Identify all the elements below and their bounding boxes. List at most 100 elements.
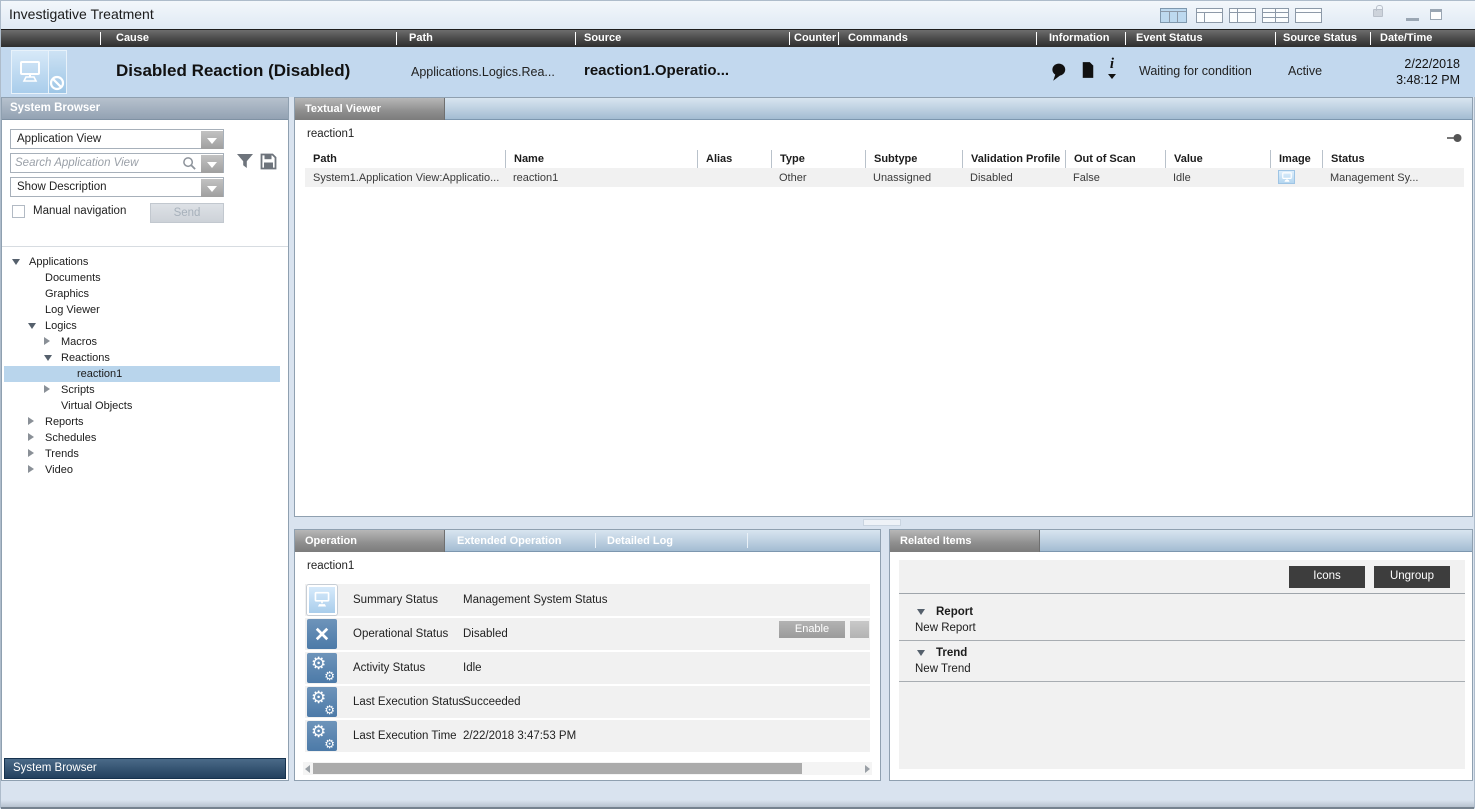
th-status[interactable]: Status	[1322, 150, 1464, 168]
collapsed-arrow-icon[interactable]	[28, 416, 40, 428]
search-box[interactable]	[10, 153, 224, 173]
expanded-arrow-icon[interactable]	[917, 647, 931, 659]
tree-item-log-viewer[interactable]: Log Viewer	[4, 302, 280, 318]
minimize-button[interactable]	[1406, 18, 1419, 21]
expanded-arrow-icon[interactable]	[917, 606, 931, 618]
collapsed-arrow-icon[interactable]	[28, 464, 40, 476]
chevron-down-icon[interactable]	[201, 155, 223, 173]
related-items-body: Icons Ungroup Report New Report Trend Ne…	[899, 560, 1465, 769]
tree-item-trends[interactable]: Trends	[4, 446, 280, 462]
enable-button[interactable]: Enable	[779, 621, 845, 638]
expanded-arrow-icon[interactable]	[12, 256, 24, 268]
tree-item-reaction1-selected[interactable]: reaction1	[4, 366, 280, 382]
layout-top-left-icon[interactable]	[1196, 8, 1223, 23]
document-icon[interactable]	[1081, 61, 1095, 84]
cell-status[interactable]: Management Sy...	[1322, 168, 1464, 187]
tree-item-logics[interactable]: Logics	[4, 318, 280, 334]
system-browser-footer-bar[interactable]: System Browser	[4, 758, 286, 779]
view-selector-value: Application View	[17, 133, 101, 145]
collapsed-arrow-icon[interactable]	[44, 384, 56, 396]
operation-object-label: reaction1	[307, 560, 354, 572]
enable-split-button[interactable]	[850, 621, 869, 638]
tab-extended-operation[interactable]: Extended Operation	[447, 530, 572, 552]
th-alias[interactable]: Alias	[697, 150, 771, 168]
th-subtype[interactable]: Subtype	[865, 150, 962, 168]
related-group-trend-header[interactable]: Trend	[899, 641, 1465, 661]
tree-item-scripts[interactable]: Scripts	[4, 382, 280, 398]
cell-image[interactable]	[1270, 168, 1322, 187]
related-item-new-trend[interactable]: New Trend	[899, 661, 1465, 679]
scrollbar-thumb[interactable]	[313, 763, 802, 774]
send-button[interactable]: Send	[150, 203, 224, 223]
scroll-left-icon[interactable]	[305, 765, 310, 773]
th-value[interactable]: Value	[1165, 150, 1270, 168]
column-event-status: Event Status	[1136, 32, 1203, 44]
ungroup-button[interactable]: Ungroup	[1374, 566, 1450, 588]
cell-name[interactable]: reaction1	[505, 168, 697, 187]
cell-out-of-scan[interactable]: False	[1065, 168, 1165, 187]
cell-alias[interactable]	[697, 168, 771, 187]
expanded-arrow-icon[interactable]	[44, 352, 56, 364]
comment-balloon-icon[interactable]	[1050, 62, 1066, 87]
description-selector[interactable]: Show Description	[10, 177, 224, 197]
tree-item-reports[interactable]: Reports	[4, 414, 280, 430]
search-input[interactable]	[15, 155, 175, 170]
system-browser-header: System Browser	[2, 98, 288, 120]
related-group-report-header[interactable]: Report	[899, 600, 1465, 620]
tree-item-virtual-objects[interactable]: Virtual Objects	[4, 398, 280, 414]
pin-icon[interactable]	[1447, 130, 1462, 148]
layout-three-columns-icon[interactable]	[1160, 8, 1187, 23]
th-type[interactable]: Type	[771, 150, 865, 168]
chevron-down-icon[interactable]	[201, 131, 223, 149]
th-name[interactable]: Name	[505, 150, 697, 168]
splitter-grip[interactable]	[863, 519, 901, 526]
related-item-new-report[interactable]: New Report	[899, 620, 1465, 638]
expanded-arrow-icon[interactable]	[28, 320, 40, 332]
maximize-button[interactable]	[1430, 9, 1442, 20]
tree-item-graphics[interactable]: Graphics	[4, 286, 280, 302]
th-validation-profile[interactable]: Validation Profile	[962, 150, 1065, 168]
tab-related-items[interactable]: Related Items	[890, 530, 1040, 552]
th-path[interactable]: Path	[305, 150, 505, 168]
tab-textual-viewer[interactable]: Textual Viewer	[295, 98, 445, 120]
cell-value[interactable]: Idle	[1165, 168, 1270, 187]
tree-item-video[interactable]: Video	[4, 462, 280, 478]
horizontal-scrollbar[interactable]	[303, 762, 872, 775]
tree-item-schedules[interactable]: Schedules	[4, 430, 280, 446]
information-dropdown-icon[interactable]: i	[1106, 57, 1118, 79]
column-date-time: Date/Time	[1380, 32, 1432, 44]
cell-validation-profile[interactable]: Disabled	[962, 168, 1065, 187]
event-row[interactable]: Disabled Reaction (Disabled) Application…	[1, 47, 1475, 97]
event-path: Applications.Logics.Rea...	[411, 65, 555, 79]
tab-detailed-log[interactable]: Detailed Log	[597, 530, 683, 552]
th-image[interactable]: Image	[1270, 150, 1322, 168]
manual-navigation-checkbox[interactable]	[12, 205, 25, 218]
cell-subtype[interactable]: Unassigned	[865, 168, 962, 187]
tree-item-reactions[interactable]: Reactions	[4, 350, 280, 366]
th-out-of-scan[interactable]: Out of Scan	[1065, 150, 1165, 168]
collapsed-arrow-icon[interactable]	[28, 448, 40, 460]
save-icon[interactable]	[260, 153, 277, 175]
tree-item-macros[interactable]: Macros	[4, 334, 280, 350]
filter-icon[interactable]	[236, 153, 254, 175]
collapsed-arrow-icon[interactable]	[28, 432, 40, 444]
computer-icon	[11, 50, 49, 94]
layout-grid-icon[interactable]	[1262, 8, 1289, 23]
collapsed-arrow-icon[interactable]	[44, 336, 56, 348]
scroll-right-icon[interactable]	[865, 765, 870, 773]
layout-single-icon[interactable]	[1295, 8, 1322, 23]
tree-item-documents[interactable]: Documents	[4, 270, 280, 286]
column-separator	[1036, 32, 1037, 45]
related-items-toolbar: Icons Ungroup	[899, 560, 1465, 594]
cell-path[interactable]: System1.Application View:Applicatio...	[305, 168, 505, 187]
tab-operation[interactable]: Operation	[295, 530, 445, 552]
lock-icon[interactable]	[1373, 9, 1383, 17]
chevron-down-icon[interactable]	[201, 179, 223, 197]
search-icon[interactable]	[182, 156, 197, 174]
cell-type[interactable]: Other	[771, 168, 865, 187]
tree-item-applications[interactable]: Applications	[4, 254, 280, 270]
icons-button[interactable]: Icons	[1289, 566, 1365, 588]
layout-left-column-icon[interactable]	[1229, 8, 1256, 23]
view-selector[interactable]: Application View	[10, 129, 224, 149]
manual-navigation-row: Manual navigation Send	[2, 203, 290, 223]
